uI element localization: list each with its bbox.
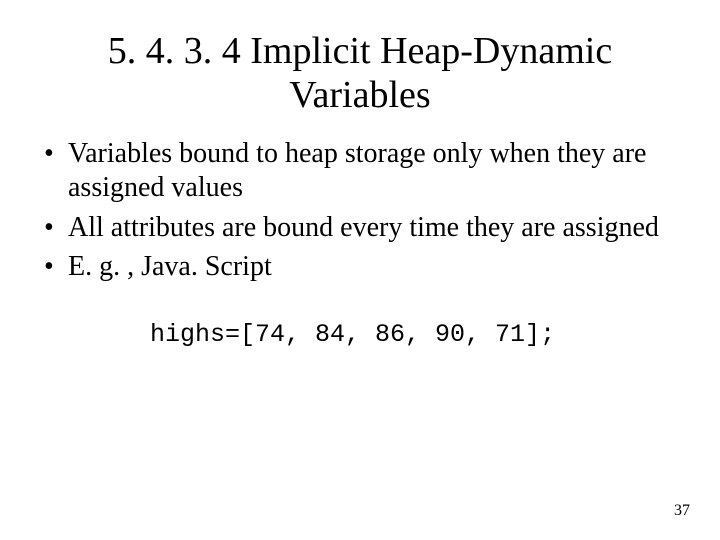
page-number: 37 bbox=[674, 502, 690, 520]
code-sample: highs=[74, 84, 86, 90, 71]; bbox=[40, 290, 680, 350]
list-item: All attributes are bound every time they… bbox=[40, 211, 680, 245]
bullet-list: Variables bound to heap storage only whe… bbox=[40, 137, 680, 283]
bullet-text: All attributes are bound every time they… bbox=[68, 212, 659, 243]
title-line-2: Variables bbox=[289, 74, 430, 116]
title-line-1: 5. 4. 3. 4 Implicit Heap-Dynamic bbox=[108, 30, 612, 72]
slide-title: 5. 4. 3. 4 Implicit Heap-Dynamic Variabl… bbox=[0, 0, 720, 117]
slide-body: Variables bound to heap storage only whe… bbox=[0, 117, 720, 349]
list-item: E. g. , Java. Script bbox=[40, 250, 680, 284]
bullet-text: Variables bound to heap storage only whe… bbox=[68, 138, 646, 203]
bullet-text: E. g. , Java. Script bbox=[68, 251, 272, 282]
list-item: Variables bound to heap storage only whe… bbox=[40, 137, 680, 204]
slide: 5. 4. 3. 4 Implicit Heap-Dynamic Variabl… bbox=[0, 0, 720, 540]
